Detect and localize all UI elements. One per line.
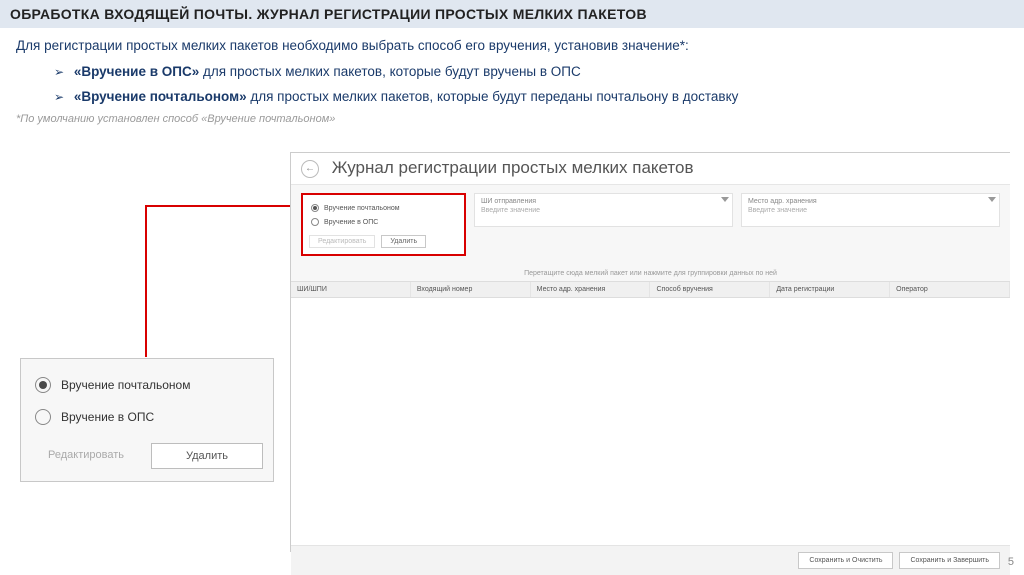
page-title: ОБРАБОТКА ВХОДЯЩЕЙ ПОЧТЫ. ЖУРНАЛ РЕГИСТР…: [0, 0, 1024, 28]
save-finish-button[interactable]: Сохранить и Завершить: [899, 552, 1000, 569]
edit-button[interactable]: Редактировать: [309, 235, 375, 248]
field-placeholder: Введите значение: [748, 205, 993, 214]
intro-text: Для регистрации простых мелких пакетов н…: [0, 28, 1024, 57]
storage-field[interactable]: Место адр. хранения Введите значение: [741, 193, 1000, 227]
column-header[interactable]: Место адр. хранения: [531, 282, 651, 297]
radio-icon: [311, 218, 319, 226]
app-header: ← Журнал регистрации простых мелких паке…: [291, 153, 1010, 185]
radio-icon: [311, 204, 319, 212]
app-title: Журнал регистрации простых мелких пакето…: [332, 158, 694, 177]
grid-header: ШИ/ШПИ Входящий номер Место адр. хранени…: [291, 281, 1010, 298]
callout-panel: Вручение почтальоном Вручение в ОПС Реда…: [20, 358, 274, 482]
top-controls: Вручение почтальоном Вручение в ОПС Реда…: [291, 185, 1010, 260]
radio-icon: [35, 409, 51, 425]
column-header[interactable]: Оператор: [890, 282, 1010, 297]
group-hint: Перетащите сюда мелкий пакет или нажмите…: [291, 260, 1010, 281]
dropdown-icon: [721, 197, 729, 202]
footnote: *По умолчанию установлен способ «Вручени…: [0, 111, 1024, 133]
dropdown-icon: [988, 197, 996, 202]
field-placeholder: Введите значение: [481, 205, 726, 214]
radio-row[interactable]: Вручение в ОПС: [309, 215, 458, 229]
bullet-rest: для простых мелких пакетов, которые буду…: [247, 89, 739, 104]
bottom-bar: Сохранить и Очистить Сохранить и Заверши…: [291, 546, 1010, 575]
app-window: ← Журнал регистрации простых мелких паке…: [290, 152, 1010, 552]
radio-icon: [35, 377, 51, 393]
back-icon[interactable]: ←: [301, 160, 319, 178]
column-header[interactable]: Дата регистрации: [770, 282, 890, 297]
field-label: Место адр. хранения: [748, 198, 993, 205]
edit-button[interactable]: Редактировать: [31, 443, 141, 469]
bullet-item: «Вручение в ОПС» для простых мелких паке…: [54, 59, 1008, 84]
bullet-item: «Вручение почтальоном» для простых мелки…: [54, 84, 1008, 109]
radio-panel-small: Вручение почтальоном Вручение в ОПС Реда…: [301, 193, 466, 256]
field-label: ШИ отправления: [481, 198, 726, 205]
bullet-list: «Вручение в ОПС» для простых мелких паке…: [0, 57, 1024, 111]
delete-button[interactable]: Удалить: [151, 443, 263, 469]
radio-option-postman[interactable]: Вручение почтальоном: [31, 369, 263, 401]
bullet-strong: «Вручение в ОПС»: [74, 64, 199, 79]
shi-field[interactable]: ШИ отправления Введите значение: [474, 193, 733, 227]
bullet-rest: для простых мелких пакетов, которые буду…: [199, 64, 581, 79]
callout-connector: [145, 205, 147, 357]
grid-body: [291, 298, 1010, 546]
radio-label: Вручение в ОПС: [324, 219, 378, 226]
radio-label: Вручение почтальоном: [324, 205, 400, 212]
column-header[interactable]: ШИ/ШПИ: [291, 282, 411, 297]
page-number: 5: [1008, 556, 1014, 568]
radio-label: Вручение почтальоном: [61, 378, 190, 392]
column-header[interactable]: Входящий номер: [411, 282, 531, 297]
radio-label: Вручение в ОПС: [61, 410, 154, 424]
radio-row[interactable]: Вручение почтальоном: [309, 201, 458, 215]
column-header[interactable]: Способ вручения: [650, 282, 770, 297]
bullet-strong: «Вручение почтальоном»: [74, 89, 247, 104]
delete-button[interactable]: Удалить: [381, 235, 426, 248]
radio-option-ops[interactable]: Вручение в ОПС: [31, 401, 263, 433]
callout-connector: [145, 205, 303, 207]
save-clear-button[interactable]: Сохранить и Очистить: [798, 552, 893, 569]
